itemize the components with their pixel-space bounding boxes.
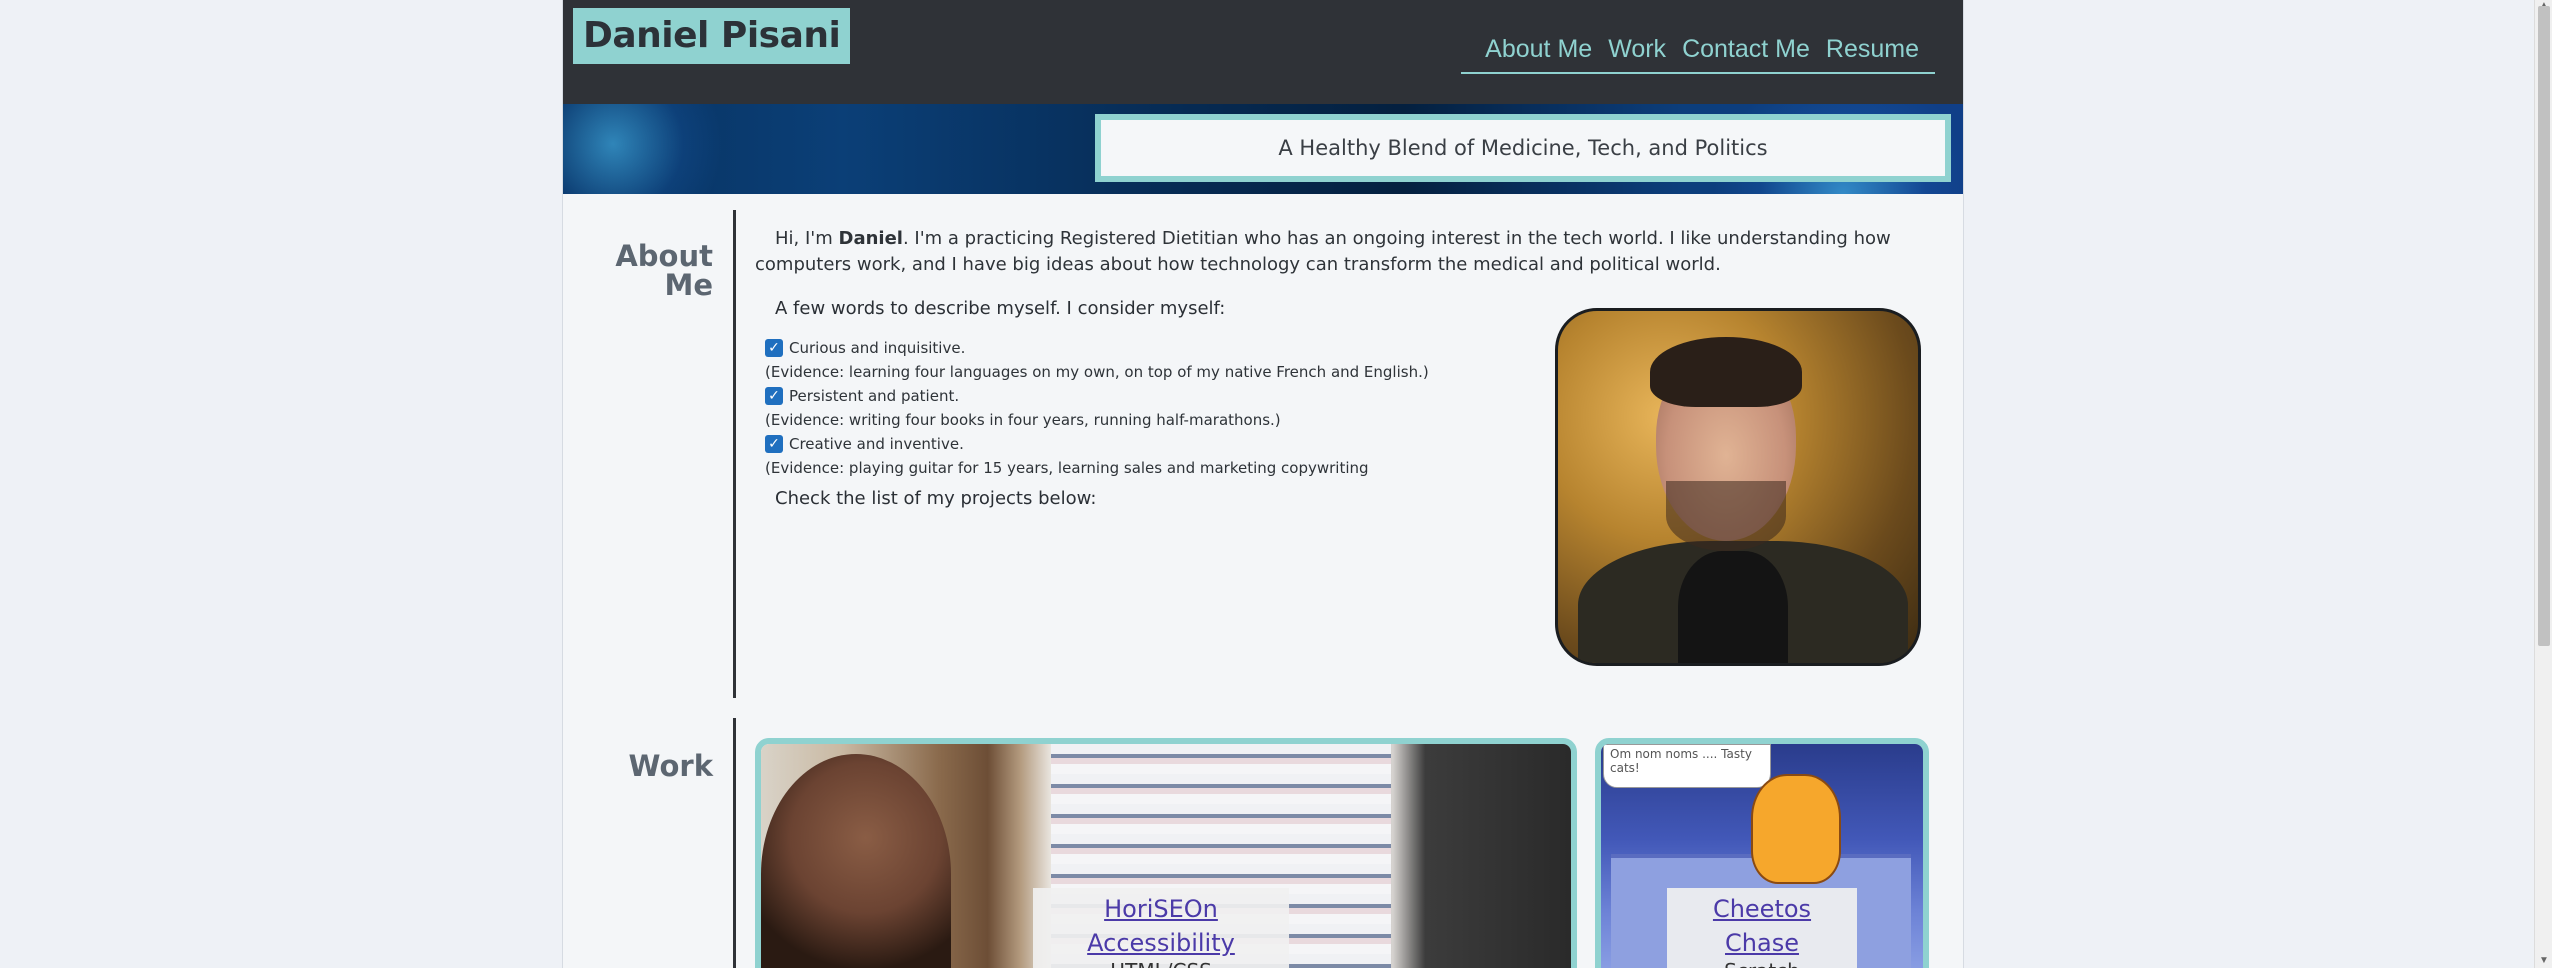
nav-contact-me[interactable]: Contact Me [1682,32,1810,66]
hero-glow [563,104,723,194]
projects-prompt: Check the list of my projects below: [775,488,1097,509]
trait-list: ✓ Curious and inquisitive. (Evidence: le… [765,336,1429,480]
site-header: Daniel Pisani About Me Work Contact Me R… [563,0,1963,104]
project-tech: HTML/CSS [1043,960,1279,968]
photo-hair [1650,337,1802,407]
tagline: A Healthy Blend of Medicine, Tech, and P… [1095,114,1951,182]
nav-about-me[interactable]: About Me [1485,32,1592,66]
project-label: Cheetos Chase Scratch [1667,888,1857,968]
trait-label: Persistent and patient. [789,387,960,405]
about-section-title: About Me [615,242,713,300]
profile-photo [1555,308,1921,666]
checkbox-checked-icon[interactable]: ✓ [765,435,783,453]
hero-banner: A Healthy Blend of Medicine, Tech, and P… [563,104,1963,194]
work-section-title: Work [628,749,713,783]
project-link[interactable]: Cheetos Chase [1677,892,1847,960]
trait-evidence: (Evidence: playing guitar for 15 years, … [765,459,1369,477]
scroll-down-icon[interactable]: ▼ [2539,955,2549,966]
speech-text: Om nom noms .... Tasty cats! [1610,747,1752,775]
nav-resume[interactable]: Resume [1826,32,1919,66]
photo-shirt [1678,551,1788,663]
about-divider [733,210,736,698]
photo-beard [1666,481,1786,551]
project-label: HoriSEOn Accessibility HTML/CSS [1033,888,1289,968]
cat-sprite-icon [1751,774,1841,884]
speech-bubble: Om nom noms .... Tasty cats! [1603,744,1771,788]
trait-label: Curious and inquisitive. [789,339,966,357]
project-card-horiseon[interactable]: HoriSEOn Accessibility HTML/CSS [755,738,1577,968]
work-divider [733,718,736,968]
about-title-line1: About [615,239,713,273]
about-intro: Hi, I'm Daniel. I'm a practicing Registe… [755,226,1935,278]
intro-text: Hi, I'm [775,228,839,249]
trait-item: ✓ Curious and inquisitive. [765,336,1429,360]
trait-item: ✓ Creative and inventive. [765,432,1429,456]
intro-name: Daniel [838,228,903,249]
trait-label: Creative and inventive. [789,435,964,453]
checkbox-checked-icon[interactable]: ✓ [765,387,783,405]
brand-title[interactable]: Daniel Pisani [573,8,851,64]
trait-item: ✓ Persistent and patient. [765,384,1429,408]
scrollbar-thumb[interactable] [2538,6,2550,646]
intro-text-rest: . I'm a practicing Registered Dietitian … [755,228,1891,275]
page-scrollbar[interactable]: ▲ ▼ [2534,0,2552,968]
about-title-line2: Me [664,268,713,302]
trait-evidence: (Evidence: writing four books in four ye… [765,411,1281,429]
page: Daniel Pisani About Me Work Contact Me R… [562,0,1964,968]
project-card-cheetos[interactable]: Om nom noms .... Tasty cats! Cheetos Cha… [1595,738,1929,968]
describe-heading: A few words to describe myself. I consid… [775,298,1226,319]
checkbox-checked-icon[interactable]: ✓ [765,339,783,357]
main-nav: About Me Work Contact Me Resume [1461,32,1935,74]
trait-evidence: (Evidence: learning four languages on my… [765,363,1429,381]
nav-work[interactable]: Work [1608,32,1666,66]
project-link[interactable]: HoriSEOn Accessibility [1043,892,1279,960]
project-tech: Scratch [1677,960,1847,968]
